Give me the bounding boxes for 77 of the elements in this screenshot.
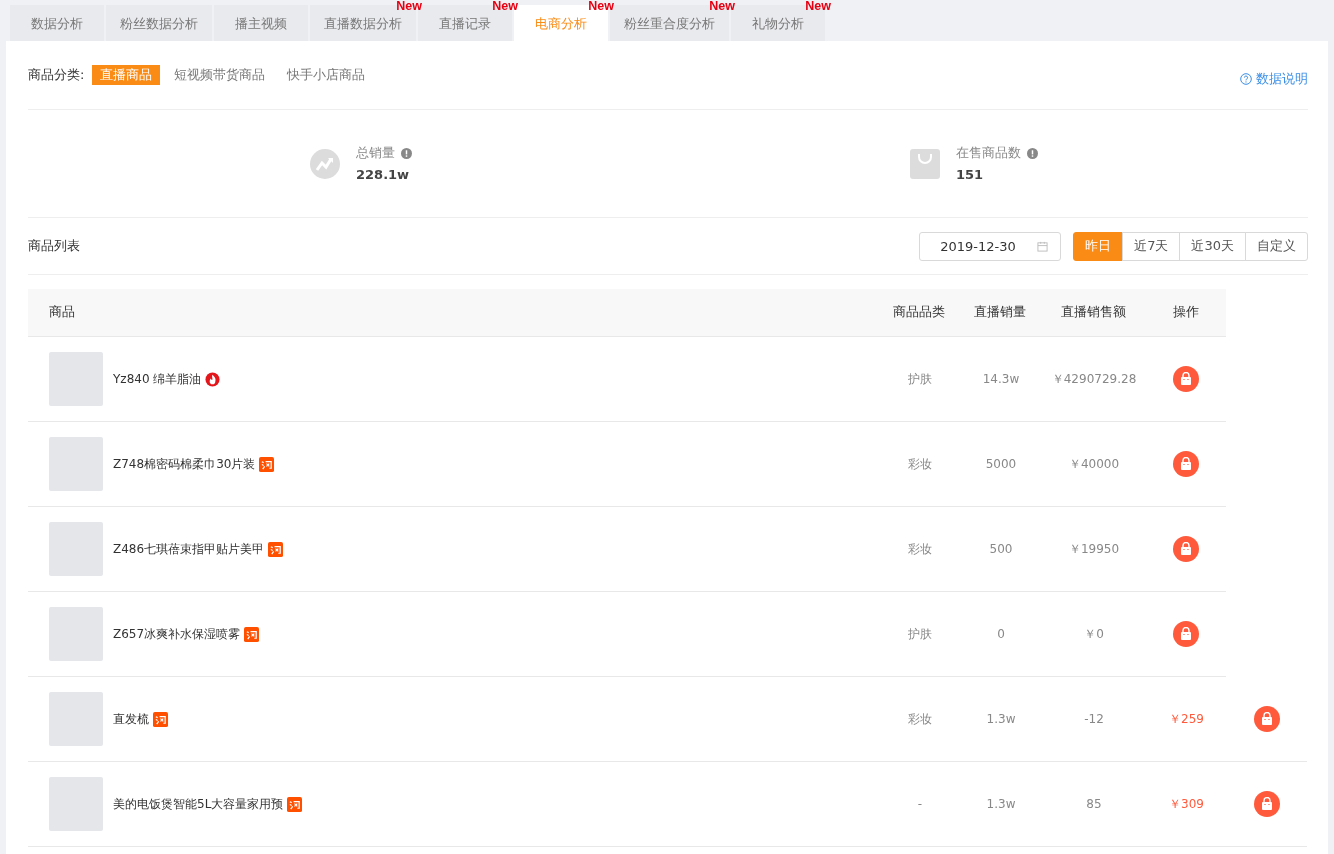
table-cell-text: 0 xyxy=(996,627,1006,641)
table-cell-text: ￥19950 xyxy=(1067,540,1121,558)
bag-icon xyxy=(1179,542,1193,556)
flame-badge-icon xyxy=(205,371,221,387)
bag-icon xyxy=(1260,797,1274,811)
date-picker[interactable]: 2019-12-30 xyxy=(919,231,1062,261)
list-title: 商品列表 xyxy=(28,237,80,255)
range-button[interactable]: 近30天 xyxy=(1179,231,1246,261)
product-image-placeholder xyxy=(49,777,103,831)
category-option[interactable]: 短视频带货商品 xyxy=(166,65,274,85)
info-icon xyxy=(1027,148,1038,159)
table-cell-text: 14.3w xyxy=(981,372,1021,386)
product-name[interactable]: Yz840 绵羊脂油 xyxy=(113,370,202,388)
column-header: 直播销售额 xyxy=(1059,304,1127,321)
bag-icon xyxy=(1179,627,1193,641)
table-cell-text: 护肤 xyxy=(907,625,933,643)
product-image-placeholder xyxy=(49,437,103,491)
calendar-icon xyxy=(1037,240,1049,252)
bag-button[interactable] xyxy=(1254,706,1280,732)
bag-button[interactable] xyxy=(1173,451,1199,477)
trend-icon xyxy=(310,148,340,179)
shop-badge-icon xyxy=(244,626,260,642)
column-header: 操作 xyxy=(1171,304,1200,321)
bag-button[interactable] xyxy=(1173,536,1199,562)
column-header: 直播销量 xyxy=(973,304,1027,321)
table-cell-text: ￥0 xyxy=(1083,625,1105,643)
product-name[interactable]: 直发梳 xyxy=(113,710,149,728)
bag-icon xyxy=(910,148,940,179)
bag-icon xyxy=(1179,372,1193,386)
stat-label: 总销量 xyxy=(356,145,395,162)
stat-value: 151 xyxy=(956,167,985,182)
bag-icon xyxy=(1179,457,1193,471)
range-button[interactable]: 近7天 xyxy=(1122,231,1181,261)
table-cell-text: 彩妆 xyxy=(907,455,933,473)
product-name[interactable]: Z657冰爽补水保湿喷雾 xyxy=(113,625,241,643)
category-option[interactable]: 快手小店商品 xyxy=(279,65,374,85)
table-cell-text: 彩妆 xyxy=(907,710,933,728)
range-button[interactable]: 自定义 xyxy=(1245,231,1308,261)
help-icon xyxy=(1240,73,1252,85)
table-cell-text: 5000 xyxy=(984,457,1018,471)
table-cell-text: ￥40000 xyxy=(1067,455,1121,473)
shop-badge-icon xyxy=(268,541,284,557)
bag-button[interactable] xyxy=(1254,791,1280,817)
column-header: 商品 xyxy=(48,304,76,321)
tab[interactable]: 播主视频 xyxy=(214,5,308,41)
table-cell-text: 1.3w xyxy=(985,712,1017,726)
product-image-placeholder xyxy=(49,607,103,661)
product-image-placeholder xyxy=(49,692,103,746)
tab[interactable]: 粉丝数据分析 xyxy=(106,5,212,41)
table-cell-text: 1.3w xyxy=(985,797,1017,811)
table-cell-text: -12 xyxy=(1083,712,1105,726)
table-cell-text: ￥259 xyxy=(1168,710,1205,728)
shop-badge-icon xyxy=(259,456,275,472)
table-cell-text: ￥309 xyxy=(1168,795,1205,813)
product-name[interactable]: Z486七琪蓓束指甲贴片美甲 xyxy=(113,540,265,558)
product-image-placeholder xyxy=(49,522,103,576)
bag-icon xyxy=(1260,712,1274,726)
product-name[interactable]: Z748棉密码棉柔巾30片装 xyxy=(113,455,256,473)
stat-label: 在售商品数 xyxy=(956,145,1021,162)
table-cell-text: - xyxy=(916,797,924,811)
info-icon xyxy=(401,148,412,159)
table-cell-text: 85 xyxy=(1085,797,1103,811)
table-cell-text: 彩妆 xyxy=(907,540,933,558)
column-header: 商品品类 xyxy=(892,304,946,321)
tab[interactable]: 数据分析 xyxy=(10,5,104,41)
help-link[interactable]: 数据说明 xyxy=(1240,70,1308,88)
table-cell-text: ￥4290729.28 xyxy=(1050,370,1138,388)
bag-button[interactable] xyxy=(1173,366,1199,392)
filter-label: 商品分类: xyxy=(28,66,85,84)
table-cell-text: 500 xyxy=(988,542,1014,556)
bag-button[interactable] xyxy=(1173,621,1199,647)
shop-badge-icon xyxy=(153,711,168,727)
shop-badge-icon xyxy=(287,796,303,812)
product-image-placeholder xyxy=(49,352,103,406)
stat-value: 228.1w xyxy=(356,167,411,182)
table-cell-text: 护肤 xyxy=(907,370,933,388)
product-name[interactable]: 美的电饭煲智能5L大容量家用预 xyxy=(113,795,284,813)
